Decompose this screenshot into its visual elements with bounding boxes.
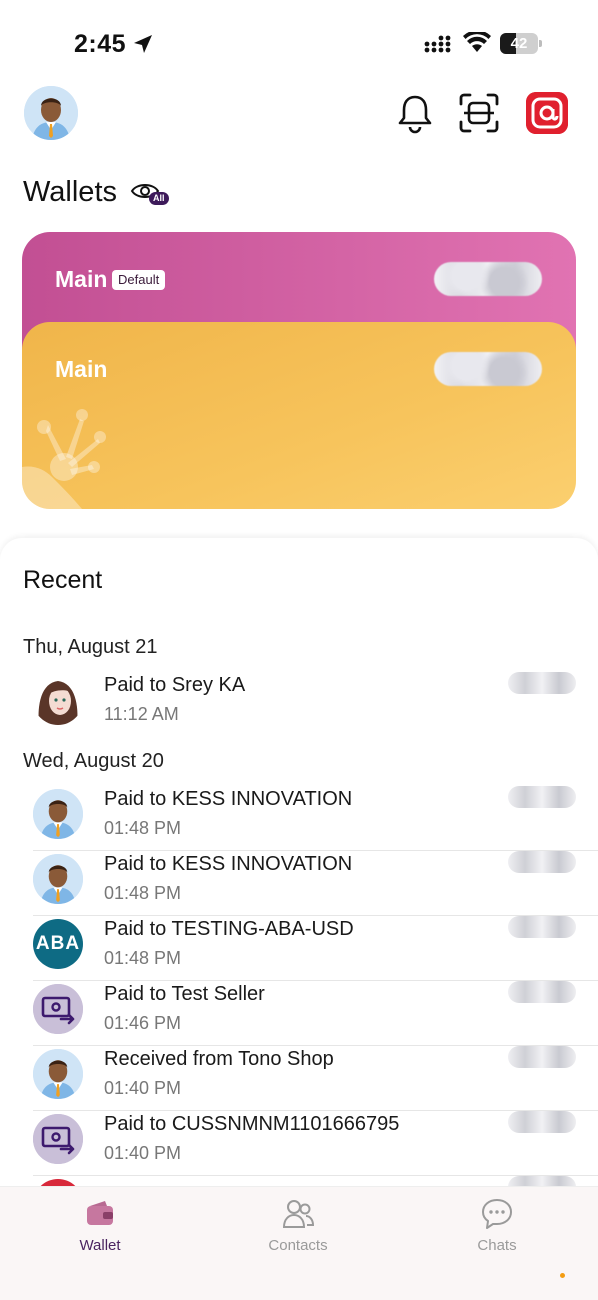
transaction-time: 01:48 PM	[104, 818, 182, 838]
contact-avatar	[33, 854, 83, 904]
hidden-amount	[508, 981, 576, 1003]
transaction-title: Paid to Srey KA	[104, 674, 246, 696]
transaction-row[interactable]: Received from Tono Shop 01:40 PM	[0, 1046, 598, 1111]
tab-label: Contacts	[268, 1237, 328, 1254]
transaction-row[interactable]: Paid to KESS INNOVATION 01:48 PM	[0, 786, 598, 851]
location-arrow-icon	[134, 35, 152, 53]
default-badge: Default	[112, 270, 166, 290]
recent-sheet[interactable]: Recent Thu, August 21 Paid to Srey KA 11…	[0, 538, 598, 1198]
visibility-toggle[interactable]: All	[130, 181, 174, 207]
transaction-title: Paid to TESTING-ABA-USD	[104, 918, 354, 940]
person-avatar-icon	[33, 1049, 83, 1099]
transaction-title: Paid to Test Seller	[104, 983, 265, 1005]
transaction-row[interactable]: Paid to Srey KA 11:12 AM	[0, 672, 598, 737]
person-avatar-icon	[24, 86, 78, 140]
notification-dot	[560, 1273, 565, 1278]
payment-transfer-icon	[33, 1114, 83, 1164]
contact-avatar	[33, 1049, 83, 1099]
battery-level: 42	[510, 35, 528, 52]
hidden-amount	[508, 916, 576, 938]
transaction-title: Paid to KESS INNOVATION	[104, 853, 353, 875]
wallet-icon	[87, 1201, 113, 1225]
transaction-row[interactable]: Paid to Test Seller 01:46 PM	[0, 981, 598, 1046]
wallet-card-main[interactable]: Main	[22, 322, 576, 509]
splash-decoration-icon	[22, 409, 106, 509]
recent-title: Recent	[23, 566, 103, 594]
wallet-name: Main	[55, 266, 108, 292]
tab-chats[interactable]: Chats	[437, 1197, 557, 1254]
contact-avatar	[33, 789, 83, 839]
status-bar: 2:45 42	[0, 0, 598, 88]
status-time: 2:45	[74, 30, 127, 58]
contact-avatar	[33, 675, 83, 725]
hidden-amount	[508, 851, 576, 873]
person-avatar-icon	[33, 854, 83, 904]
contact-avatar	[33, 984, 83, 1034]
profile-avatar[interactable]	[24, 86, 78, 140]
tab-wallet[interactable]: Wallet	[40, 1197, 160, 1254]
chat-bubble-icon	[482, 1199, 512, 1229]
wifi-icon	[463, 32, 491, 52]
aba-bank-logo: ABA	[33, 919, 83, 969]
wallet-name: Main	[55, 356, 108, 382]
transaction-row[interactable]: ABA Paid to TESTING-ABA-USD 01:48 PM	[0, 916, 598, 981]
date-header: Wed, August 20	[23, 750, 164, 772]
transaction-time: 01:48 PM	[104, 948, 182, 968]
tab-bar: Wallet Contacts Chats	[0, 1186, 598, 1300]
transaction-time: 01:40 PM	[104, 1143, 182, 1163]
tab-label: Chats	[477, 1237, 517, 1254]
transaction-row[interactable]: Paid to CUSSNMNM1101666795 01:40 PM	[0, 1111, 598, 1176]
contact-avatar	[33, 1114, 83, 1164]
contacts-icon	[282, 1200, 315, 1228]
transaction-title: Paid to KESS INNOVATION	[104, 788, 353, 810]
transaction-title: Received from Tono Shop	[104, 1048, 334, 1070]
hidden-balance[interactable]	[434, 352, 542, 386]
hidden-amount	[508, 1046, 576, 1068]
bell-icon[interactable]	[394, 92, 436, 134]
hidden-amount	[508, 786, 576, 808]
transaction-time: 01:48 PM	[104, 883, 182, 903]
woman-avatar-icon	[33, 675, 83, 725]
hidden-amount	[508, 1111, 576, 1133]
brand-logo-icon[interactable]	[526, 92, 568, 134]
transaction-time: 11:12 AM	[104, 704, 179, 724]
transaction-title: Paid to CUSSNMNM1101666795	[104, 1113, 400, 1135]
battery-icon: 42	[500, 33, 542, 54]
transaction-row[interactable]: Paid to KESS INNOVATION 01:48 PM	[0, 851, 598, 916]
scan-icon[interactable]	[458, 92, 500, 134]
transaction-time: 01:40 PM	[104, 1078, 182, 1098]
cellular-signal-icon	[424, 35, 451, 53]
tab-contacts[interactable]: Contacts	[238, 1197, 358, 1254]
person-avatar-icon	[33, 789, 83, 839]
wallets-title: Wallets	[23, 176, 117, 208]
hidden-amount	[508, 672, 576, 694]
date-header: Thu, August 21	[23, 636, 158, 658]
tab-label: Wallet	[79, 1237, 121, 1254]
payment-transfer-icon	[33, 984, 83, 1034]
hidden-balance[interactable]	[434, 262, 542, 296]
visibility-badge: All	[149, 192, 169, 205]
transaction-time: 01:46 PM	[104, 1013, 182, 1033]
